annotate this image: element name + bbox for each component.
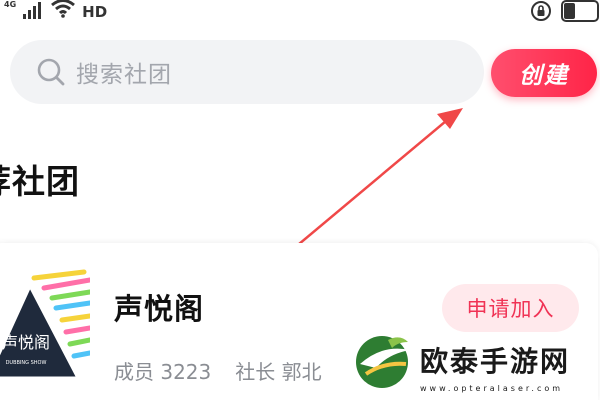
club-leader: 社长 郭北 — [235, 360, 322, 384]
member-count: 成员 3223 — [114, 360, 212, 384]
signal-icon — [23, 2, 42, 19]
search-icon — [37, 58, 65, 86]
club-logo: 声悦阁 DUBBING SHOW — [0, 269, 90, 380]
lock-rotation-icon — [531, 1, 551, 21]
logo-text: 声悦阁 — [2, 333, 50, 352]
watermark-logo-icon — [356, 336, 410, 388]
watermark-title: 欧泰手游网 — [420, 345, 571, 378]
search-input[interactable]: 搜索社团 — [10, 40, 484, 104]
wifi-icon — [51, 0, 76, 18]
status-bar-right — [530, 0, 600, 26]
logo-subtext: DUBBING SHOW — [6, 360, 47, 366]
status-bar: 4G HD — [0, 0, 600, 26]
club-name: 声悦阁 — [114, 292, 205, 326]
network-type: 4G — [4, 0, 17, 9]
hd-indicator: HD — [82, 3, 108, 21]
create-button-label: 创建 — [519, 63, 569, 89]
status-bar-left: 4G HD — [4, 0, 107, 26]
section-title: 荐社团 — [0, 162, 80, 201]
battery-icon — [561, 0, 599, 22]
create-club-button[interactable]: 创建 — [491, 49, 597, 97]
join-button-label: 申请加入 — [466, 297, 555, 321]
watermark-url: www.opteralaser.com — [420, 384, 564, 393]
club-meta: 成员 3223 社长 郭北 — [114, 356, 346, 385]
search-placeholder: 搜索社团 — [76, 62, 172, 88]
watermark: 欧泰手游网 www.opteralaser.com — [348, 324, 598, 398]
